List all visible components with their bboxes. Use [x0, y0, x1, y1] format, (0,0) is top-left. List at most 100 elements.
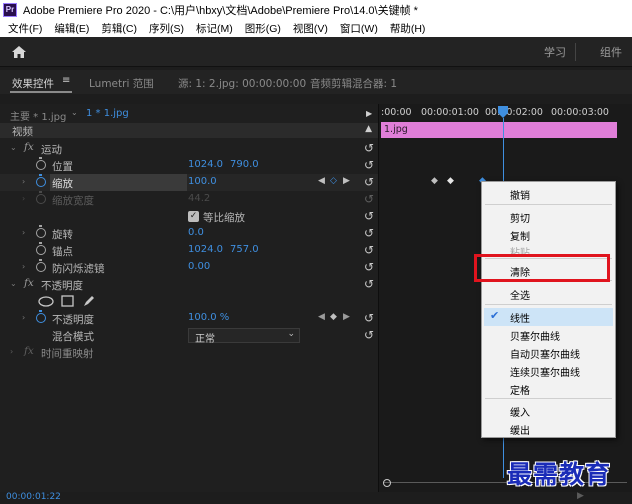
position-x-value[interactable]: 1024.0: [188, 159, 223, 170]
scale-width-property-row: › 缩放宽度 44.2 ↺: [0, 191, 378, 208]
keyframe-icon[interactable]: ◆: [447, 176, 454, 186]
master-clip-label[interactable]: 主要 * 1.jpg: [10, 108, 66, 123]
blend-mode-row: 混合模式 正常 ⌄ ↺: [0, 327, 378, 345]
title-bar: Pr Adobe Premiere Pro 2020 - C:\用户\hbxy\…: [0, 0, 632, 20]
anti-flicker-label: 防闪烁滤镜: [52, 263, 105, 275]
reset-icon[interactable]: ↺: [364, 328, 374, 342]
playhead-handle[interactable]: [498, 106, 508, 118]
expand-arrow-icon[interactable]: ›: [22, 313, 25, 322]
fx-badge-icon[interactable]: fx: [24, 277, 34, 289]
menu-window[interactable]: 窗口(W): [340, 21, 378, 36]
scale-value[interactable]: 100.0: [188, 176, 217, 187]
menu-item-select-all[interactable]: 全选: [510, 287, 530, 302]
anchor-y-value[interactable]: 757.0: [230, 244, 259, 255]
current-timecode[interactable]: 00:00:01:22: [6, 492, 61, 502]
menu-view[interactable]: 视图(V): [293, 21, 328, 36]
reset-icon[interactable]: ↺: [364, 311, 374, 325]
stopwatch-icon[interactable]: [36, 242, 46, 255]
expand-arrow-icon[interactable]: ›: [10, 347, 13, 356]
checkmark-icon: ✔: [490, 309, 500, 322]
menu-markers[interactable]: 标记(M): [196, 21, 233, 36]
play-icon[interactable]: ▶: [577, 491, 584, 501]
pen-mask-icon[interactable]: [82, 294, 96, 308]
next-keyframe-icon[interactable]: ▶: [343, 176, 350, 186]
stopwatch-active-icon[interactable]: [36, 174, 46, 187]
menu-sequence[interactable]: 序列(S): [149, 21, 184, 36]
prev-keyframe-icon[interactable]: ◀: [318, 312, 325, 322]
uniform-scale-checkbox[interactable]: ✓: [188, 211, 199, 222]
next-keyframe-icon[interactable]: ▶: [343, 312, 350, 322]
opacity-effect-row[interactable]: ⌄ fx 不透明度 ↺: [0, 276, 378, 293]
menu-item-hold[interactable]: 定格: [510, 382, 530, 397]
opacity-value[interactable]: 100.0 %: [188, 312, 229, 323]
rectangle-mask-icon[interactable]: [61, 295, 74, 307]
workspace-tab-learn[interactable]: 学习: [544, 44, 566, 60]
menu-item-bezier[interactable]: 贝塞尔曲线: [510, 328, 560, 343]
menu-item-cut[interactable]: 剪切: [510, 210, 530, 225]
position-label: 位置: [52, 161, 73, 173]
stopwatch-icon[interactable]: [36, 225, 46, 238]
tab-effect-controls[interactable]: 效果控件: [12, 76, 54, 91]
reset-icon[interactable]: ↺: [364, 260, 374, 274]
add-keyframe-icon[interactable]: ◇: [330, 176, 337, 186]
menu-item-linear[interactable]: 线性: [510, 310, 530, 325]
expand-chevron-icon[interactable]: ⌄: [10, 279, 17, 288]
clip-bar[interactable]: 1.jpg: [381, 122, 617, 138]
tab-lumetri-scopes[interactable]: Lumetri 范围: [89, 76, 154, 91]
chevron-down-icon[interactable]: ⌄: [71, 108, 78, 117]
stopwatch-active-icon[interactable]: [36, 310, 46, 323]
scale-property-row: › 缩放 100.0 ◀ ◇ ▶ ↺: [0, 174, 378, 191]
ellipse-mask-icon[interactable]: [38, 296, 54, 307]
menu-item-auto-bezier[interactable]: 自动贝塞尔曲线: [510, 346, 580, 361]
reset-icon[interactable]: ↺: [364, 175, 374, 189]
tab-source-monitor[interactable]: 源: 1: 2.jpg: 00:00:00:00: [178, 76, 306, 91]
sequence-clip-label[interactable]: 1 * 1.jpg: [86, 108, 129, 119]
reset-icon[interactable]: ↺: [364, 226, 374, 240]
menu-item-continuous-bezier[interactable]: 连续贝塞尔曲线: [510, 364, 580, 379]
expand-chevron-icon[interactable]: ⌄: [10, 143, 17, 152]
keyframe-icon[interactable]: ◆: [431, 176, 438, 186]
workspace-tab-assembly[interactable]: 组件: [600, 44, 622, 60]
reset-icon[interactable]: ↺: [364, 277, 374, 291]
stopwatch-icon[interactable]: [36, 157, 46, 170]
collapse-up-icon[interactable]: ▲: [365, 124, 372, 134]
time-remap-effect-row[interactable]: › fx 时间重映射: [0, 344, 378, 361]
menu-item-copy[interactable]: 复制: [510, 228, 530, 243]
motion-effect-row[interactable]: ⌄ fx 运动 ↺: [0, 140, 378, 157]
uniform-scale-row: ✓ 等比缩放 ↺: [0, 208, 378, 225]
add-keyframe-icon[interactable]: ◆: [330, 312, 337, 322]
expand-arrow-icon[interactable]: ›: [22, 262, 25, 271]
menu-edit[interactable]: 编辑(E): [54, 21, 89, 36]
menu-item-undo[interactable]: 撤销: [510, 187, 530, 202]
reset-icon[interactable]: ↺: [364, 158, 374, 172]
scroll-handle-left[interactable]: [383, 479, 391, 487]
fx-badge-icon[interactable]: fx: [24, 141, 34, 153]
position-y-value[interactable]: 790.0: [230, 159, 259, 170]
menu-item-ease-in[interactable]: 缓入: [510, 404, 530, 419]
home-button[interactable]: [8, 42, 30, 62]
reset-icon[interactable]: ↺: [364, 209, 374, 223]
expand-arrow-icon[interactable]: ›: [22, 177, 25, 186]
play-only-icon[interactable]: ▶: [366, 109, 372, 118]
status-bar: 00:00:01:22 ▶: [0, 491, 632, 504]
position-property-row: 位置 1024.0 790.0 ↺: [0, 157, 378, 174]
menu-clip[interactable]: 剪辑(C): [101, 21, 137, 36]
reset-icon[interactable]: ↺: [364, 141, 374, 155]
reset-icon[interactable]: ↺: [364, 243, 374, 257]
expand-arrow-icon[interactable]: ›: [22, 228, 25, 237]
tab-audio-clip-mixer[interactable]: 音频剪辑混合器: 1: [310, 76, 397, 91]
anchor-x-value[interactable]: 1024.0: [188, 244, 223, 255]
menu-separator: [485, 398, 612, 399]
menu-help[interactable]: 帮助(H): [390, 21, 426, 36]
rotation-value[interactable]: 0.0: [188, 227, 204, 238]
prev-keyframe-icon[interactable]: ◀: [318, 176, 325, 186]
menu-item-ease-out[interactable]: 缓出: [510, 422, 530, 437]
fx-badge-icon[interactable]: fx: [24, 345, 34, 357]
menu-file[interactable]: 文件(F): [8, 21, 42, 36]
anchor-point-property-row: 锚点 1024.0 757.0 ↺: [0, 242, 378, 259]
stopwatch-icon[interactable]: [36, 259, 46, 272]
panel-menu-icon[interactable]: ≡: [62, 75, 70, 86]
blend-mode-dropdown[interactable]: 正常 ⌄: [188, 328, 300, 345]
anti-flicker-value[interactable]: 0.00: [188, 261, 210, 272]
menu-graphics[interactable]: 图形(G): [245, 21, 281, 36]
